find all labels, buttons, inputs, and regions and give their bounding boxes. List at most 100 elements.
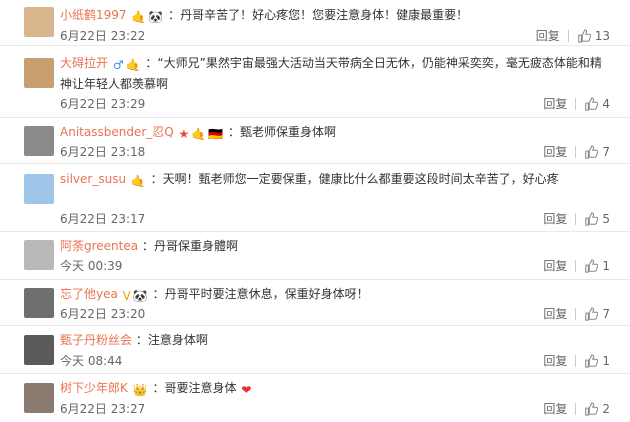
- heart-icon: ❤: [241, 383, 252, 397]
- list-item: 小纸鹤1997 🤙 🐼 ：丹哥辛苦了！好心疼您！您要注意身体！健康最重要！ 6月2…: [0, 0, 630, 46]
- list-item: 树下少年郎K 👑 ：哥要注意身体 ❤ 6月22日 23:27 回复 2: [0, 374, 630, 422]
- like-button[interactable]: 4: [584, 97, 610, 111]
- comment-body: silver_susu 🤙 ：天啊！甄老师您一定要保重，健康比什么都重要这段时间…: [60, 170, 610, 191]
- comment-time: 6月22日 23:20: [60, 307, 146, 321]
- comment-actions: 回复 7: [543, 143, 610, 160]
- crown-icon: 👑: [132, 383, 148, 397]
- like-button[interactable]: 1: [584, 354, 610, 368]
- reply-button[interactable]: 回复: [543, 305, 567, 322]
- comment-actions: 回复 2: [543, 400, 610, 417]
- comment-body: Anitassbender_忍Q ★ 🤙 🇩🇪 ：甄老师保重身体啊: [60, 123, 610, 144]
- thumbs-up-icon: [585, 258, 599, 273]
- male-icon: ♂: [112, 58, 124, 72]
- divider: [575, 97, 577, 110]
- reply-button[interactable]: 回复: [543, 210, 567, 227]
- divider: [575, 259, 577, 272]
- comment-time: 今天 00:39: [60, 259, 123, 273]
- avatar[interactable]: [24, 383, 54, 413]
- commenter-name[interactable]: Anitassbender_忍Q: [60, 125, 174, 139]
- panda-icon: 🐼: [148, 10, 164, 24]
- comment-text: ：注意身体啊: [135, 333, 208, 347]
- divider: [575, 354, 577, 367]
- avatar[interactable]: [24, 174, 54, 204]
- avatar[interactable]: [24, 58, 54, 88]
- list-item: silver_susu 🤙 ：天啊！甄老师您一定要保重，健康比什么都重要这段时间…: [0, 164, 630, 232]
- like-count: 1: [602, 353, 610, 368]
- badge-icon: 🤙: [130, 174, 146, 188]
- thumbs-up-icon: [585, 96, 599, 111]
- divider: [575, 212, 577, 225]
- comment-time: 6月22日 23:17: [60, 212, 146, 226]
- like-count: 1: [602, 258, 610, 273]
- thumbs-up-icon: [577, 28, 591, 43]
- reply-button[interactable]: 回复: [536, 27, 560, 44]
- comment-list: 小纸鹤1997 🤙 🐼 ：丹哥辛苦了！好心疼您！您要注意身体！健康最重要！ 6月2…: [0, 0, 630, 422]
- badge-icon: 🤙: [131, 10, 147, 24]
- divider: [575, 145, 577, 158]
- like-button[interactable]: 5: [584, 212, 610, 226]
- avatar[interactable]: [24, 288, 54, 318]
- comment-body: 忘了他yea V 🐼 ：丹哥平时要注意休息，保重好身体呀！: [60, 285, 610, 306]
- like-button[interactable]: 1: [584, 259, 610, 273]
- commenter-name[interactable]: 忘了他yea: [60, 287, 118, 301]
- comment-actions: 回复 13: [536, 27, 610, 44]
- comment-actions: 回复 1: [543, 352, 610, 369]
- comment-time: 6月22日 23:27: [60, 402, 146, 416]
- panda-icon: 🐼: [132, 289, 148, 303]
- like-count: 7: [602, 306, 610, 321]
- reply-button[interactable]: 回复: [543, 143, 567, 160]
- comment-actions: 回复 7: [543, 305, 610, 322]
- commenter-name[interactable]: 大碍拉开: [60, 56, 108, 70]
- star-icon: ★: [178, 127, 190, 141]
- comment-body: 大碍拉开 ♂ 🤙 ：“大师兄”果然宇宙最强大活动当天带病全日无休，仍能神采奕奕，毫…: [60, 54, 610, 94]
- thumbs-up-icon: [585, 306, 599, 321]
- commenter-name[interactable]: 甄子丹粉丝会: [60, 333, 132, 347]
- avatar[interactable]: [24, 240, 54, 270]
- comment-text: ：甄老师保重身体啊: [228, 125, 337, 139]
- like-count: 7: [602, 144, 610, 159]
- like-count: 5: [602, 211, 610, 226]
- comment-text: ：“大师兄”果然宇宙最强大活动当天带病全日无休，仍能神采奕奕，毫无疲态体能和精神…: [60, 56, 602, 91]
- reply-button[interactable]: 回复: [543, 95, 567, 112]
- comment-time: 6月22日 23:18: [60, 145, 146, 159]
- commenter-name[interactable]: 阿荼greentea: [60, 239, 138, 253]
- list-item: 大碍拉开 ♂ 🤙 ：“大师兄”果然宇宙最强大活动当天带病全日无休，仍能神采奕奕，毫…: [0, 46, 630, 118]
- avatar[interactable]: [24, 126, 54, 156]
- comment-time: 今天 08:44: [60, 354, 123, 368]
- reply-button[interactable]: 回复: [543, 352, 567, 369]
- like-button[interactable]: 2: [584, 402, 610, 416]
- like-button[interactable]: 13: [577, 29, 610, 43]
- vip-icon: V: [122, 289, 131, 303]
- comment-actions: 回复 1: [543, 257, 610, 274]
- thumbs-up-icon: [585, 144, 599, 159]
- like-button[interactable]: 7: [584, 145, 610, 159]
- divider: [567, 29, 569, 42]
- like-count: 4: [602, 96, 610, 111]
- flag-icon: 🇩🇪: [208, 127, 224, 141]
- reply-button[interactable]: 回复: [543, 400, 567, 417]
- comment-text: ：丹哥辛苦了！好心疼您！您要注意身体！健康最重要！: [168, 8, 469, 22]
- comment-text: ：哥要注意身体: [152, 381, 237, 395]
- like-count: 13: [594, 28, 610, 43]
- avatar[interactable]: [24, 335, 54, 365]
- thumbs-up-icon: [585, 353, 599, 368]
- like-count: 2: [602, 401, 610, 416]
- like-button[interactable]: 7: [584, 307, 610, 321]
- thumbs-up-icon: [585, 401, 599, 416]
- commenter-name[interactable]: silver_susu: [60, 172, 126, 186]
- comment-actions: 回复 4: [543, 95, 610, 112]
- commenter-name[interactable]: 树下少年郎K: [60, 381, 128, 395]
- list-item: 阿荼greentea ：丹哥保重身體啊 今天 00:39 回复 1: [0, 232, 630, 280]
- divider: [575, 402, 577, 415]
- comment-actions: 回复 5: [543, 210, 610, 227]
- comment-text: ：天啊！甄老师您一定要保重，健康比什么都重要这段时间太辛苦了，好心疼: [150, 172, 559, 186]
- comment-time: 6月22日 23:22: [60, 29, 146, 43]
- divider: [575, 307, 577, 320]
- badge-icon: 🤙: [191, 127, 207, 141]
- reply-button[interactable]: 回复: [543, 257, 567, 274]
- avatar[interactable]: [24, 7, 54, 37]
- comment-time: 6月22日 23:29: [60, 97, 146, 111]
- commenter-name[interactable]: 小纸鹤1997: [60, 8, 127, 22]
- comment-body: 甄子丹粉丝会 ：注意身体啊: [60, 331, 610, 350]
- comment-body: 树下少年郎K 👑 ：哥要注意身体 ❤: [60, 379, 610, 400]
